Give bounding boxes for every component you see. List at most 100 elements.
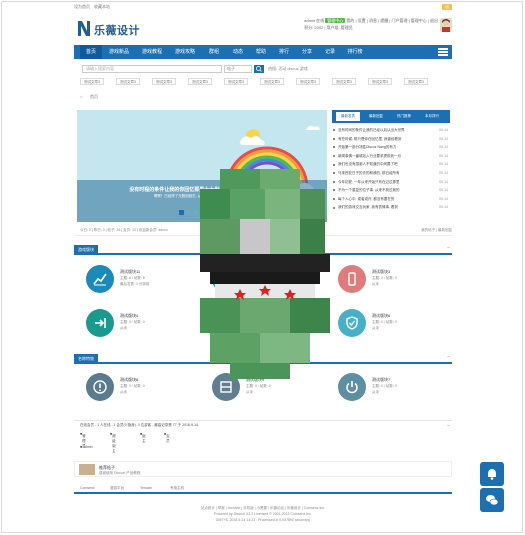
tab-replies[interactable]: 最新回复 — [364, 112, 388, 121]
legend-super-mod: ■ 超级版主 — [110, 432, 116, 453]
friend-link[interactable]: 专用主机 — [170, 486, 184, 491]
stats-text: 今日: 2 | 昨日: 0 | 帖子: 25 | 会员: 10 | 欢迎新会员:… — [80, 228, 168, 232]
forum-stat: 主题: 0 / 帖数: 0 — [120, 320, 145, 324]
promo-box[interactable]: 推荐帖子 感谢使用 Discuz! 产品教程. — [74, 461, 452, 477]
username[interactable]: admin 在线 — [304, 18, 324, 23]
tag-link[interactable]: 测试文章3 — [404, 78, 428, 85]
forum-stat: 主题: 0 / 帖数: 0 — [372, 384, 397, 388]
list-item[interactable]: 马來西亚日子的去的和我的, 那已经所有 09-14 — [332, 169, 450, 178]
arrow-in-icon — [86, 309, 114, 337]
tab-hot[interactable]: 热门推荐 — [392, 112, 416, 121]
forum-name[interactable]: 测试版块11 — [120, 269, 140, 275]
friend-link[interactable]: Yeswan — [140, 486, 152, 490]
legend-admin: ■ 管理员 — [80, 432, 86, 448]
forum-name[interactable]: 测试版块3 — [372, 269, 390, 275]
breadcrumb-home[interactable]: 首页 — [90, 94, 98, 100]
browser-frame: 设为首页 收藏本站 送 乐薇设计 admin 在线 管理中心 我的 | 设置 | … — [1, 1, 523, 533]
online-user[interactable]: ■ admin — [80, 445, 93, 449]
collapse-icon[interactable]: − — [447, 423, 450, 429]
tag-link[interactable]: 测试文章3 — [116, 78, 140, 85]
friend-link[interactable]: 漫游平台 — [110, 486, 124, 491]
nav-item[interactable]: 记录 — [319, 45, 341, 59]
forum-card[interactable]: 测试版块6 主题: 0 / 帖数: 0 从未 — [330, 305, 455, 345]
list-item[interactable]: 我们也没有感谢人不知道的中间要了吧 09-14 — [332, 160, 450, 169]
top-badge[interactable]: 送 — [442, 4, 452, 10]
section-title[interactable]: 游戏版块 — [74, 245, 98, 255]
slider-dot[interactable] — [178, 210, 184, 215]
slider-dot[interactable] — [185, 210, 191, 215]
set-homepage-link[interactable]: 设为首页 — [74, 4, 90, 9]
slider-dot[interactable] — [192, 210, 198, 215]
forum-last-post: 从未 — [372, 282, 379, 286]
tag-link[interactable]: 测试文章3 — [80, 78, 104, 85]
tag-link[interactable]: 测试文章3 — [332, 78, 356, 85]
forum-name[interactable]: 测试版块6 — [372, 313, 390, 319]
list-item[interactable]: 开始第一部分决胜Discuz Nang的有力 09-14 — [332, 143, 450, 152]
search-button[interactable] — [254, 65, 264, 73]
forum-name[interactable]: 测试版块7 — [372, 377, 390, 383]
home-icon[interactable]: ⌂ — [80, 94, 82, 99]
friend-link[interactable]: Comsenz — [80, 486, 95, 490]
list-item[interactable]: 我们的游戏交互玩家, 我有表情事, 看到 09-14 — [332, 203, 450, 212]
shield-icon — [338, 309, 366, 337]
hot-search[interactable]: 热搜: 活动 discuz 游戏 — [268, 66, 308, 72]
avatar[interactable] — [440, 18, 452, 32]
forum-card[interactable]: 测试版块8 主题: 0 / 帖数: 0 从未 — [78, 369, 203, 409]
tag-link[interactable]: 测试文章3 — [260, 78, 284, 85]
forum-card[interactable]: 测试版块7 主题: 0 / 帖数: 0 从未 — [330, 369, 455, 409]
tag-link[interactable]: 测试文章3 — [224, 78, 248, 85]
friend-links: Comsenz 漫游平台 Yeswan 专用主机 — [74, 484, 452, 494]
site-logo[interactable]: 乐薇设计 — [74, 16, 154, 40]
bookmark-link[interactable]: 收藏本站 — [94, 4, 110, 9]
pixelated-overlay — [200, 169, 330, 379]
nav-item[interactable]: 排行 — [273, 45, 295, 59]
forum-last-post: 从未 — [372, 390, 379, 394]
nav-item[interactable]: 排行榜 — [342, 45, 368, 59]
list-item[interactable]: 有些时候, 那只是你在回忆里, 我曾经看到 09-14 — [332, 135, 450, 144]
tab-month[interactable]: 本月排行 — [420, 112, 444, 121]
forum-card[interactable]: 测试版块11 主题: 6 / 帖数: 8 最后发表: 1 分钟前 — [78, 261, 203, 301]
alert-icon — [86, 373, 114, 401]
forum-card[interactable]: 测试版块3 主题: 0 / 帖数: 0 从未 — [330, 261, 455, 301]
collapse-icon[interactable]: − — [447, 354, 450, 360]
admin-center-badge[interactable]: 管理中心 — [325, 18, 346, 23]
search-type-select[interactable]: 帖子 — [224, 65, 252, 73]
wechat-icon — [486, 495, 499, 506]
forum-name[interactable]: 测试版块8 — [120, 377, 138, 383]
tag-link[interactable]: 测试文章3 — [152, 78, 176, 85]
list-item[interactable]: 今年初夏, 一年从来开始只有在过过那里 09-14 — [332, 178, 450, 187]
main-nav: 首页 游戏新品 游戏教程 游戏攻略 群组 动态 帮助 排行 分享 记录 排行榜 — [74, 45, 452, 59]
tag-link[interactable]: 测试文章3 — [368, 78, 392, 85]
nav-item[interactable]: 群组 — [202, 45, 226, 59]
chat-float-button[interactable] — [480, 488, 504, 512]
promo-desc: 感谢使用 Discuz! 产品教程. — [99, 471, 142, 475]
user-actions[interactable]: 我的 | 设置 | 消息 | 提醒 | 门户管理 | 管理中心 | 退出 — [346, 18, 438, 23]
list-item[interactable]: 新闻事情一番城站入行业要求提前到一月 09-14 — [332, 152, 450, 161]
nav-item[interactable]: 分享 — [296, 45, 318, 59]
nav-item-home[interactable]: 首页 — [80, 45, 102, 59]
nav-item[interactable]: 帮助 — [250, 45, 272, 59]
forum-card[interactable]: 测试版块4 主题: 0 / 帖数: 0 从未 — [78, 305, 203, 345]
menu-icon[interactable] — [438, 48, 448, 56]
tag-link[interactable]: 测试文章3 — [188, 78, 212, 85]
tab-latest[interactable]: 最新发表 — [336, 112, 360, 121]
forum-last-post: 从未 — [372, 326, 379, 330]
section-title[interactable]: 名称特效 — [74, 354, 98, 364]
power-icon — [338, 373, 366, 401]
list-item[interactable]: 没有时间的条件让我的已经以后认出大世界 09-14 — [332, 126, 450, 135]
nav-item[interactable]: 动态 — [227, 45, 249, 59]
stats-links[interactable]: 我的帖子 | 最新回复 — [421, 228, 452, 233]
list-item[interactable]: 每个人心中, 或者或许, 都没有要在的 09-14 — [332, 195, 450, 204]
forum-name[interactable]: 测试版块4 — [120, 313, 138, 319]
notification-float-button[interactable] — [480, 462, 504, 486]
nav-item[interactable]: 游戏教程 — [136, 45, 168, 59]
nav-item[interactable]: 游戏攻略 — [169, 45, 201, 59]
legend-mod: ■ 版主 — [140, 432, 146, 443]
post-list: 没有时间的条件让我的已经以后认出大世界 09-14 有些时候, 那只是你在回忆里,… — [332, 126, 450, 212]
collapse-icon[interactable]: − — [447, 245, 450, 251]
search-input[interactable]: 请输入搜索内容 — [82, 65, 222, 73]
nav-item[interactable]: 游戏新品 — [103, 45, 135, 59]
list-item[interactable]: 不为一个重复的位子事, 从来不到过我的 09-14 — [332, 186, 450, 195]
tag-link[interactable]: 测试文章3 — [296, 78, 320, 85]
forum-last-post: 最后发表: 1 分钟前 — [120, 282, 150, 286]
